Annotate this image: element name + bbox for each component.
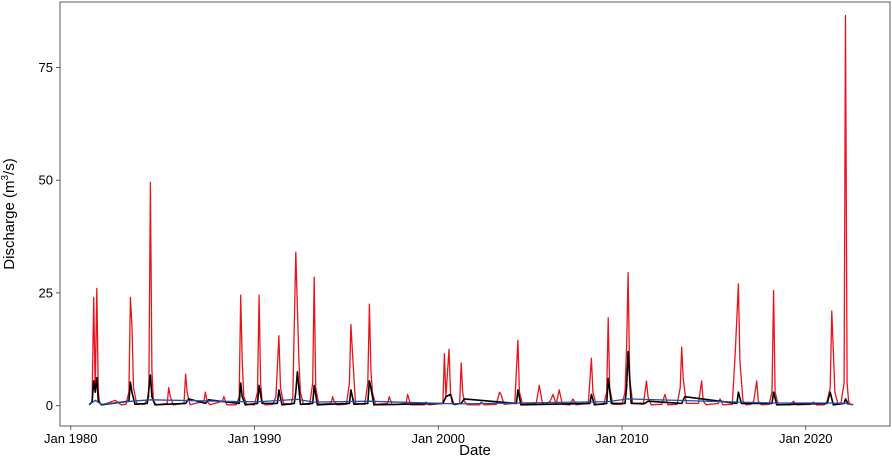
x-tick-label: Jan 1980: [44, 431, 98, 446]
y-tick-label: 75: [39, 60, 53, 75]
plot-panel: [59, 1, 891, 427]
x-tick-label: Jan 2000: [412, 431, 466, 446]
x-tick-label: Jan 2010: [595, 431, 649, 446]
y-axis: 0 25 50 75: [39, 60, 60, 413]
x-tick-label: Jan 2020: [779, 431, 833, 446]
y-axis-title: Discharge (m3/s): [0, 158, 18, 269]
x-tick-label: Jan 1990: [228, 431, 282, 446]
y-axis-title-main: Discharge (m: [1, 181, 18, 270]
y-tick-label: 25: [39, 285, 53, 300]
x-axis: Jan 1980 Jan 1990 Jan 2000 Jan 2010 Jan 2020: [44, 426, 833, 446]
y-axis-title-unit: /s): [1, 158, 18, 175]
discharge-chart: Jan 1980 Jan 1990 Jan 2000 Jan 2010 Jan 2020…: [0, 1, 891, 457]
x-axis-title: Date: [459, 442, 491, 457]
y-tick-label: 50: [39, 173, 53, 188]
y-tick-label: 0: [46, 398, 53, 413]
